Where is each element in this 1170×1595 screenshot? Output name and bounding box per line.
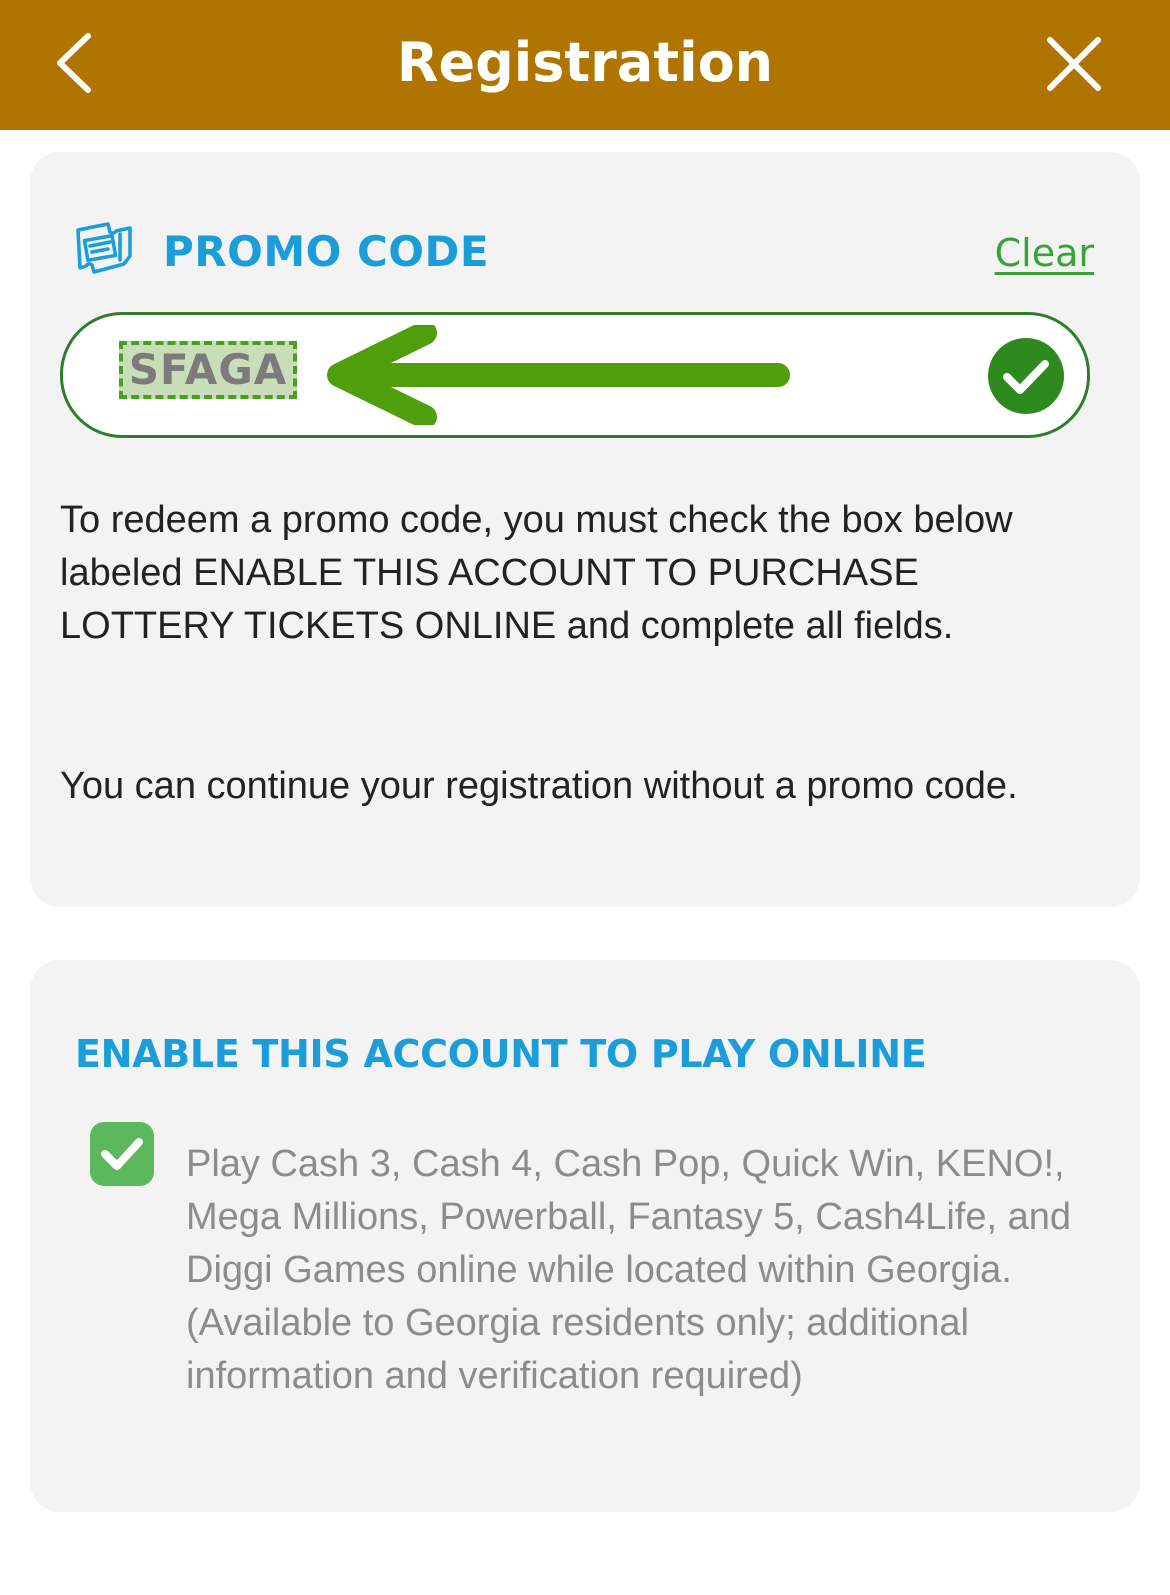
- enable-online-heading: ENABLE THIS ACCOUNT TO PLAY ONLINE: [75, 1032, 927, 1076]
- ticket-icon: [76, 222, 132, 274]
- promo-instructions: To redeem a promo code, you must check t…: [60, 499, 1013, 647]
- close-icon: [1047, 37, 1101, 91]
- page-title: Registration: [396, 31, 774, 94]
- checkmark-icon: [101, 1138, 143, 1170]
- promo-code-input[interactable]: SFAGA: [60, 312, 1090, 438]
- close-button[interactable]: [1040, 30, 1110, 100]
- promo-optional-note: You can continue your registration witho…: [60, 765, 1018, 807]
- promo-code-card: PROMO CODE Clear SFAGA To redeem a promo…: [30, 152, 1140, 907]
- enable-online-card: ENABLE THIS ACCOUNT TO PLAY ONLINE Play …: [30, 960, 1140, 1512]
- arrow-left-icon: [327, 325, 790, 425]
- enable-online-checkbox[interactable]: [90, 1122, 154, 1186]
- promo-code-value: SFAGA: [128, 345, 288, 394]
- app-header: Registration: [0, 0, 1170, 130]
- enable-online-description: Play Cash 3, Cash 4, Cash Pop, Quick Win…: [186, 1143, 1072, 1397]
- check-circle-icon: [988, 338, 1064, 414]
- promo-code-heading: PROMO CODE: [163, 227, 490, 276]
- clear-link[interactable]: Clear: [995, 227, 1094, 279]
